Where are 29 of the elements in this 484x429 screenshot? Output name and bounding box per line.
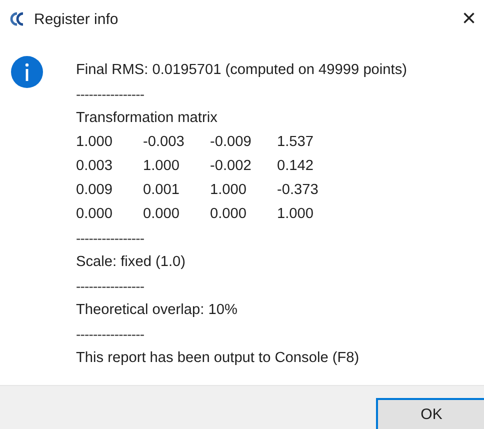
matrix-value: 0.009 (76, 181, 114, 200)
matrix-value: -0.009 (210, 133, 252, 152)
matrix-value: -0.003 (143, 133, 186, 152)
matrix-value: 0.001 (143, 181, 181, 200)
ok-button[interactable]: OK (376, 398, 484, 429)
matrix-value: 0.000 (76, 205, 114, 224)
matrix-value: 1.000 (143, 157, 181, 176)
message-text: Final RMS: 0.0195701 (computed on 49999 points) (76, 61, 407, 80)
message-text: Transformation matrix (76, 109, 218, 128)
matrix-value: -0.002 (210, 157, 252, 176)
matrix-value: 1.000 (210, 181, 248, 200)
separator-text: ---------------- (76, 85, 146, 104)
close-button[interactable]: × (454, 5, 484, 33)
matrix-value: 0.000 (210, 205, 248, 224)
message-text: Scale: fixed (1.0) (76, 253, 187, 272)
message-text: Theoretical overlap: 10% (76, 301, 238, 320)
matrix-value: 1.000 (277, 205, 315, 224)
separator-text: ---------------- (76, 229, 146, 248)
matrix-value: 0.142 (277, 157, 315, 176)
info-icon (11, 56, 43, 88)
matrix-value: 1.537 (277, 133, 315, 152)
matrix-value: 1.000 (76, 133, 114, 152)
separator-text: ---------------- (76, 325, 146, 344)
separator-text: ---------------- (76, 277, 146, 296)
message-text: This report has been output to Console (F8) (76, 349, 360, 368)
window-title: Register info (34, 10, 120, 28)
matrix-value: 0.003 (76, 157, 114, 176)
matrix-value: 0.000 (143, 205, 181, 224)
matrix-value: -0.373 (277, 181, 320, 200)
